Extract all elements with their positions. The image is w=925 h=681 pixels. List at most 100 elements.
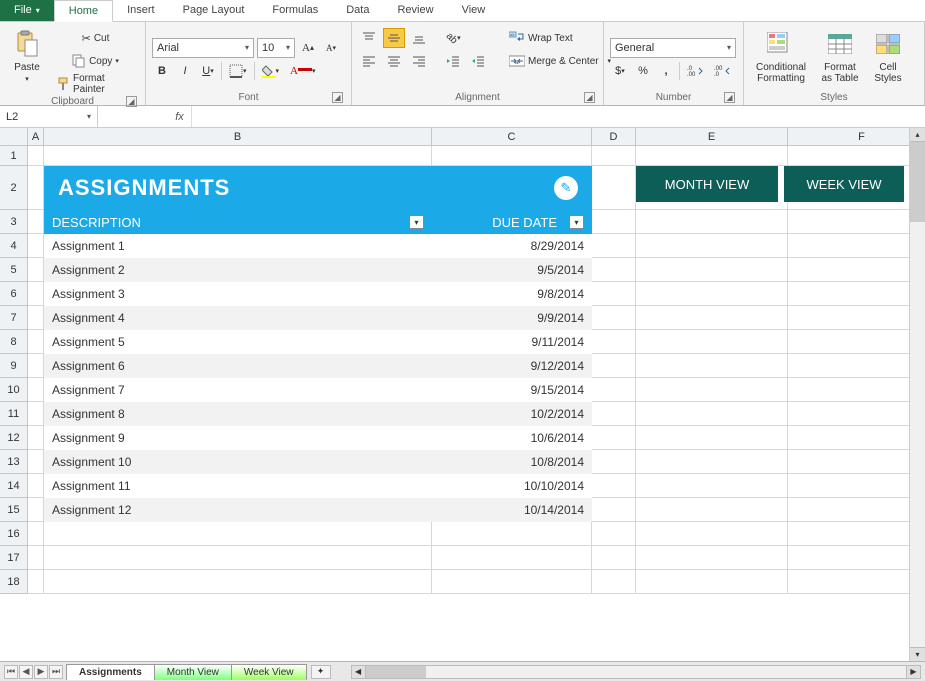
cell-E3[interactable] <box>636 210 788 234</box>
cell-A16[interactable] <box>28 522 44 546</box>
sheet-tab-week-view[interactable]: Week View <box>231 664 307 680</box>
table-cell-description[interactable]: Assignment 6 <box>44 354 432 378</box>
row-header-5[interactable]: 5 <box>0 258 28 282</box>
cell-A4[interactable] <box>28 234 44 258</box>
row-header-12[interactable]: 12 <box>0 426 28 450</box>
cell-D16[interactable] <box>592 522 636 546</box>
cell-E14[interactable] <box>636 474 788 498</box>
sheet-nav-first[interactable]: ⏮ <box>4 665 18 679</box>
row-header-11[interactable]: 11 <box>0 402 28 426</box>
cell-E9[interactable] <box>636 354 788 378</box>
cell-A11[interactable] <box>28 402 44 426</box>
cell-F17[interactable] <box>788 546 925 570</box>
border-button[interactable]: ▾ <box>225 61 251 81</box>
tab-formulas[interactable]: Formulas <box>258 0 332 21</box>
merge-center-button[interactable]: a Merge & Center ▾ <box>505 51 615 71</box>
cell-A5[interactable] <box>28 258 44 282</box>
row-header-15[interactable]: 15 <box>0 498 28 522</box>
bold-button[interactable]: B <box>152 61 172 81</box>
cell-D11[interactable] <box>592 402 636 426</box>
cell-F6[interactable] <box>788 282 925 306</box>
column-header-B[interactable]: B <box>44 128 432 146</box>
cell-A10[interactable] <box>28 378 44 402</box>
row-header-9[interactable]: 9 <box>0 354 28 378</box>
row-header-1[interactable]: 1 <box>0 146 28 166</box>
cell-E11[interactable] <box>636 402 788 426</box>
table-cell-due-date[interactable]: 9/15/2014 <box>432 378 592 402</box>
font-size-select[interactable]: 10▾ <box>257 38 295 58</box>
table-cell-due-date[interactable]: 10/6/2014 <box>432 426 592 450</box>
row-header-14[interactable]: 14 <box>0 474 28 498</box>
cell-D7[interactable] <box>592 306 636 330</box>
decrease-indent-button[interactable] <box>442 51 464 71</box>
cell-C18[interactable] <box>432 570 592 594</box>
table-cell-due-date[interactable]: 9/12/2014 <box>432 354 592 378</box>
underline-button[interactable]: U ▾ <box>198 61 218 81</box>
cell-D1[interactable] <box>592 146 636 166</box>
table-cell-description[interactable]: Assignment 7 <box>44 378 432 402</box>
table-cell-description[interactable]: Assignment 4 <box>44 306 432 330</box>
column-header-A[interactable]: A <box>28 128 44 146</box>
tab-view[interactable]: View <box>448 0 500 21</box>
new-sheet-button[interactable]: ✦ <box>311 665 331 679</box>
table-cell-due-date[interactable]: 9/5/2014 <box>432 258 592 282</box>
cell-A12[interactable] <box>28 426 44 450</box>
cell-D9[interactable] <box>592 354 636 378</box>
table-cell-description[interactable]: Assignment 11 <box>44 474 432 498</box>
increase-decimal-button[interactable]: .0.00 <box>683 61 707 81</box>
cell-B17[interactable] <box>44 546 432 570</box>
fill-color-button[interactable]: ▾ <box>258 61 284 81</box>
table-cell-description[interactable]: Assignment 1 <box>44 234 432 258</box>
copy-button[interactable]: Copy ▾ <box>52 51 139 71</box>
row-header-13[interactable]: 13 <box>0 450 28 474</box>
row-header-6[interactable]: 6 <box>0 282 28 306</box>
conditional-formatting-button[interactable]: Conditional Formatting <box>750 24 812 88</box>
comma-button[interactable]: , <box>656 61 676 81</box>
cell-E6[interactable] <box>636 282 788 306</box>
column-header-E[interactable]: E <box>636 128 788 146</box>
row-header-16[interactable]: 16 <box>0 522 28 546</box>
cell-A1[interactable] <box>28 146 44 166</box>
cell-E7[interactable] <box>636 306 788 330</box>
cell-F11[interactable] <box>788 402 925 426</box>
cell-E10[interactable] <box>636 378 788 402</box>
column-header-C[interactable]: C <box>432 128 592 146</box>
percent-button[interactable]: % <box>633 61 653 81</box>
cell-D4[interactable] <box>592 234 636 258</box>
cell-B1[interactable] <box>44 146 432 166</box>
cell-E16[interactable] <box>636 522 788 546</box>
cell-D13[interactable] <box>592 450 636 474</box>
table-cell-description[interactable]: Assignment 2 <box>44 258 432 282</box>
orientation-button[interactable]: ab ▾ <box>442 28 465 48</box>
cell-E18[interactable] <box>636 570 788 594</box>
cell-C1[interactable] <box>432 146 592 166</box>
cell-D10[interactable] <box>592 378 636 402</box>
increase-indent-button[interactable] <box>467 51 489 71</box>
cell-E13[interactable] <box>636 450 788 474</box>
column-header-D[interactable]: D <box>592 128 636 146</box>
wrap-text-button[interactable]: ab Wrap Text <box>505 28 615 48</box>
table-cell-description[interactable]: Assignment 10 <box>44 450 432 474</box>
align-top-button[interactable] <box>358 28 380 48</box>
format-as-table-button[interactable]: Format as Table <box>816 24 864 88</box>
sheet-nav-last[interactable]: ⏭ <box>49 665 63 679</box>
scroll-down-button[interactable]: ▾ <box>910 647 925 661</box>
cell-F5[interactable] <box>788 258 925 282</box>
cell-F3[interactable] <box>788 210 925 234</box>
sheet-tab-assignments[interactable]: Assignments <box>66 664 155 680</box>
cell-A14[interactable] <box>28 474 44 498</box>
decrease-decimal-button[interactable]: .00.0 <box>710 61 734 81</box>
table-cell-due-date[interactable]: 10/8/2014 <box>432 450 592 474</box>
tab-page-layout[interactable]: Page Layout <box>169 0 259 21</box>
clipboard-dialog-launcher[interactable]: ◢ <box>126 96 137 107</box>
scroll-up-button[interactable]: ▴ <box>910 128 925 142</box>
table-cell-description[interactable]: Assignment 3 <box>44 282 432 306</box>
cell-F10[interactable] <box>788 378 925 402</box>
number-dialog-launcher[interactable]: ◢ <box>724 92 735 103</box>
sheet-nav-prev[interactable]: ◀ <box>19 665 33 679</box>
font-name-select[interactable]: Arial▾ <box>152 38 254 58</box>
table-cell-due-date[interactable]: 9/8/2014 <box>432 282 592 306</box>
month-view-button[interactable]: MONTH VIEW <box>636 166 778 202</box>
cell-D5[interactable] <box>592 258 636 282</box>
row-header-7[interactable]: 7 <box>0 306 28 330</box>
